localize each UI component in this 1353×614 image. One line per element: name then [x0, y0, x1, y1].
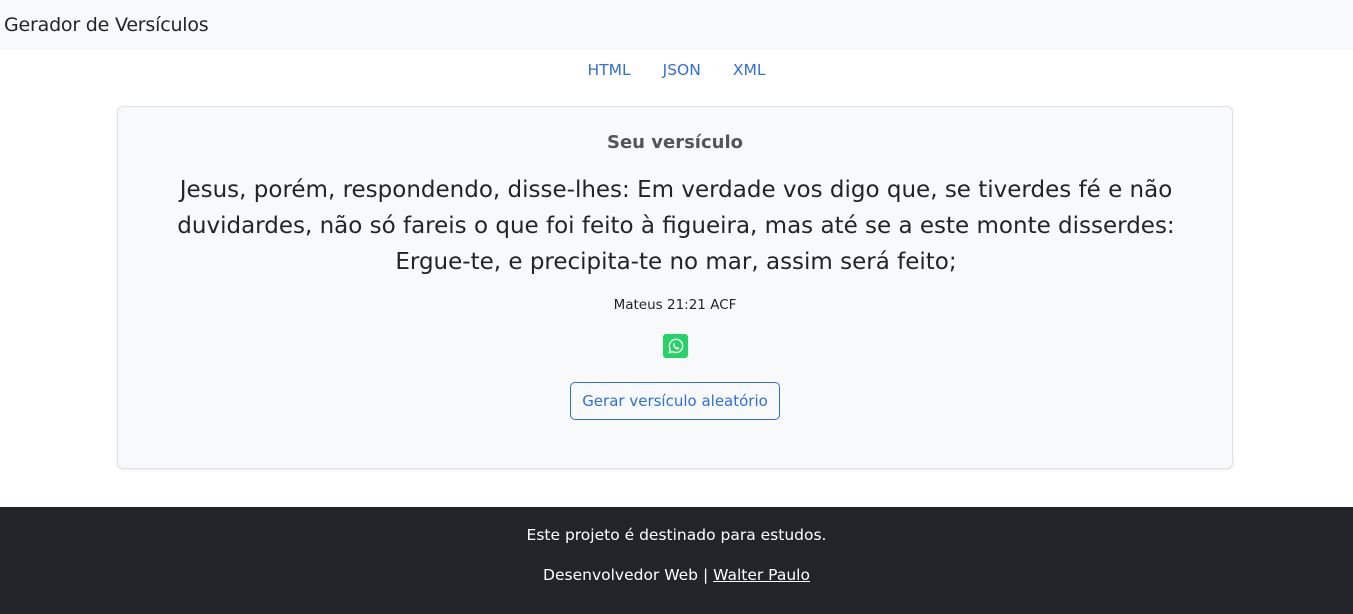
verse-reference: Mateus 21:21 ACF	[613, 297, 737, 313]
footer-role: Desenvolvedor Web |	[543, 566, 709, 584]
format-link-json[interactable]: JSON	[646, 61, 718, 79]
whatsapp-share-button[interactable]	[663, 334, 688, 358]
footer-note: Este projeto é destinado para estudos.	[526, 526, 827, 544]
format-link-xml[interactable]: XML	[718, 61, 781, 79]
verse-card: Seu versículo Jesus, porém, respondendo,…	[117, 106, 1233, 469]
footer: Este projeto é destinado para estudos. D…	[0, 507, 1353, 614]
brand-title[interactable]: Gerador de Versículos	[4, 14, 209, 36]
card-title: Seu versículo	[607, 132, 743, 153]
verse-text: Jesus, porém, respondendo, disse-lhes: E…	[177, 177, 1175, 275]
generate-random-verse-button[interactable]: Gerar versículo aleatório	[570, 382, 780, 420]
whatsapp-icon	[667, 338, 683, 354]
navbar: Gerador de Versículos	[0, 0, 1353, 50]
format-link-html[interactable]: HTML	[573, 61, 646, 79]
footer-credits: Desenvolvedor Web | Walter Paulo	[0, 566, 1353, 584]
format-links: HTML JSON XML	[0, 58, 1353, 82]
author-link[interactable]: Walter Paulo	[713, 566, 810, 584]
